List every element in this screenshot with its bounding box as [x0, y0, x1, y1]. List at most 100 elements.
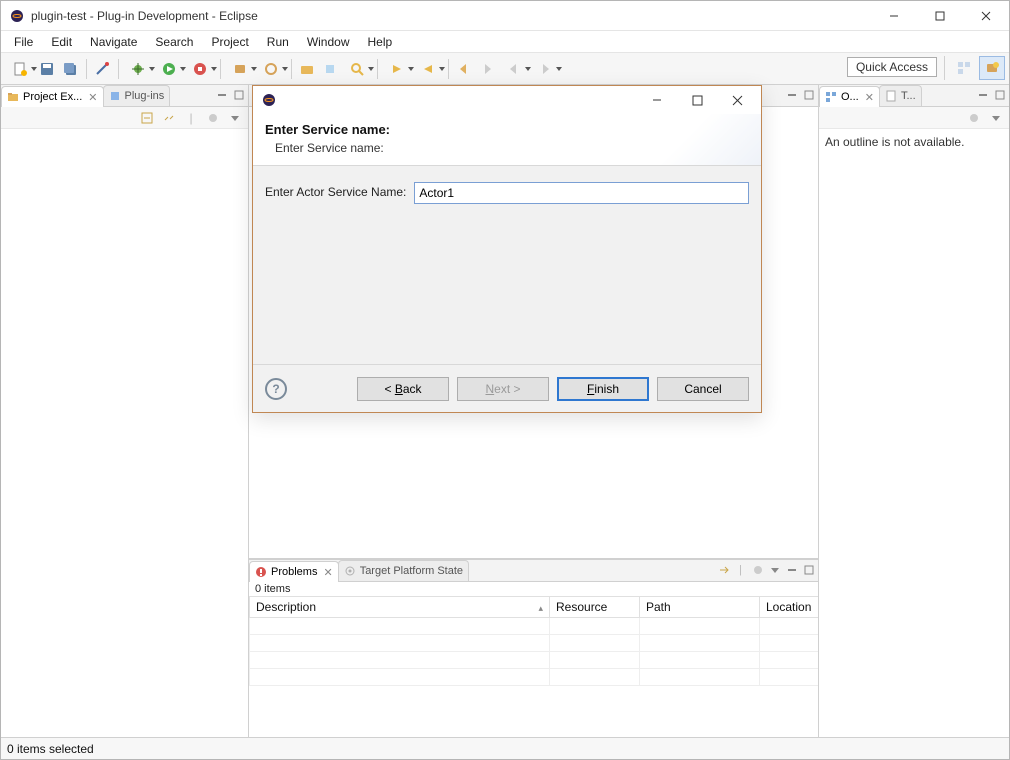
minimize-view-button[interactable]: [214, 87, 229, 102]
close-icon[interactable]: ✕: [323, 566, 332, 579]
service-name-label: Enter Actor Service Name:: [265, 182, 406, 199]
tab-project-explorer[interactable]: Project Ex... ✕: [1, 86, 104, 107]
close-icon[interactable]: ✕: [88, 91, 97, 104]
open-perspective-button[interactable]: [951, 56, 977, 80]
col-description[interactable]: Description▴: [250, 597, 550, 618]
dialog-minimize-button[interactable]: [637, 87, 677, 113]
separator: |: [182, 109, 200, 127]
project-explorer-icon: [7, 91, 19, 103]
save-all-button[interactable]: [59, 58, 81, 80]
filter-button[interactable]: [750, 562, 765, 577]
menu-window[interactable]: Window: [298, 32, 359, 52]
status-bar: 0 items selected: [1, 737, 1009, 759]
nav-back-button[interactable]: [453, 58, 475, 80]
table-row[interactable]: [250, 669, 819, 686]
tab-label: T...: [901, 90, 916, 102]
nav-back-history-button[interactable]: [499, 58, 529, 80]
maximize-view-button[interactable]: [992, 87, 1007, 102]
focus-task-button[interactable]: [965, 109, 983, 127]
window-maximize-button[interactable]: [917, 1, 963, 31]
save-button[interactable]: [36, 58, 58, 80]
window-minimize-button[interactable]: [871, 1, 917, 31]
app-window: plugin-test - Plug-in Development - Ecli…: [0, 0, 1010, 760]
target-icon: [344, 565, 356, 577]
menu-edit[interactable]: Edit: [42, 32, 81, 52]
nav-forward-button[interactable]: [476, 58, 498, 80]
right-panel: O... ✕ T... An outline is not available.: [819, 85, 1009, 737]
eclipse-icon: [261, 92, 277, 108]
menubar: File Edit Navigate Search Project Run Wi…: [1, 31, 1009, 53]
tab-tasklist[interactable]: T...: [879, 85, 922, 106]
outline-message: An outline is not available.: [819, 129, 1009, 737]
dialog-close-button[interactable]: [717, 87, 757, 113]
view-menu-button[interactable]: [226, 109, 244, 127]
tab-target-platform[interactable]: Target Platform State: [338, 560, 469, 581]
run-button[interactable]: [154, 58, 184, 80]
prev-annotation-button[interactable]: [413, 58, 443, 80]
window-close-button[interactable]: [963, 1, 1009, 31]
cancel-button[interactable]: Cancel: [657, 377, 749, 401]
link-editor-button[interactable]: [160, 109, 178, 127]
service-name-input[interactable]: [414, 182, 749, 204]
open-task-button[interactable]: [319, 58, 341, 80]
eclipse-icon: [9, 8, 25, 24]
menu-help[interactable]: Help: [359, 32, 402, 52]
focus-task-button[interactable]: [204, 109, 222, 127]
open-target-button[interactable]: [256, 58, 286, 80]
view-menu-button[interactable]: [767, 562, 782, 577]
run-external-button[interactable]: [185, 58, 215, 80]
debug-button[interactable]: [123, 58, 153, 80]
menu-navigate[interactable]: Navigate: [81, 32, 146, 52]
menu-project[interactable]: Project: [202, 32, 257, 52]
status-text: 0 items selected: [7, 742, 94, 756]
main-toolbar: Quick Access: [1, 53, 1009, 85]
focus-button[interactable]: [716, 562, 731, 577]
tab-label: Plug-ins: [125, 90, 165, 102]
maximize-view-button[interactable]: [231, 87, 246, 102]
dialog-maximize-button[interactable]: [677, 87, 717, 113]
search-toolbar-button[interactable]: [342, 58, 372, 80]
help-button[interactable]: ?: [265, 378, 287, 400]
project-explorer-body[interactable]: [1, 129, 248, 737]
finish-button[interactable]: Finish: [557, 377, 649, 401]
table-row[interactable]: [250, 635, 819, 652]
close-icon[interactable]: ✕: [865, 91, 874, 104]
col-resource[interactable]: Resource: [550, 597, 640, 618]
minimize-view-button[interactable]: [784, 562, 799, 577]
quick-access-button[interactable]: Quick Access: [847, 57, 937, 77]
dialog-titlebar: [253, 86, 761, 114]
minimize-view-button[interactable]: [975, 87, 990, 102]
table-row[interactable]: [250, 618, 819, 635]
tab-problems[interactable]: Problems ✕: [249, 561, 339, 582]
tab-plugins[interactable]: Plug-ins: [103, 85, 171, 106]
maximize-editor-button[interactable]: [801, 87, 816, 102]
plugin-dev-perspective-button[interactable]: [979, 56, 1005, 80]
col-location[interactable]: Location: [760, 597, 819, 618]
new-plugin-button[interactable]: [225, 58, 255, 80]
tab-label: O...: [841, 91, 859, 103]
menu-file[interactable]: File: [5, 32, 42, 52]
table-row[interactable]: [250, 652, 819, 669]
new-button[interactable]: [5, 58, 35, 80]
toggle-breadcrumb-button[interactable]: [91, 58, 113, 80]
problems-table[interactable]: Description▴ Resource Path Location Type: [249, 596, 818, 737]
col-path[interactable]: Path: [640, 597, 760, 618]
next-annotation-button[interactable]: [382, 58, 412, 80]
minimize-editor-button[interactable]: [784, 87, 799, 102]
back-button[interactable]: < Back: [357, 377, 449, 401]
nav-fwd-history-button[interactable]: [530, 58, 560, 80]
left-panel: Project Ex... ✕ Plug-ins |: [1, 85, 249, 737]
wizard-dialog: Enter Service name: Enter Service name: …: [252, 85, 762, 413]
view-menu-button[interactable]: [987, 109, 1005, 127]
tab-label: Target Platform State: [360, 565, 463, 577]
maximize-view-button[interactable]: [801, 562, 816, 577]
dialog-body: Enter Actor Service Name:: [253, 166, 761, 364]
open-type-button[interactable]: [296, 58, 318, 80]
menu-run[interactable]: Run: [258, 32, 298, 52]
bottom-tabs: Problems ✕ Target Platform State |: [249, 560, 818, 582]
tab-outline[interactable]: O... ✕: [819, 86, 880, 107]
collapse-all-button[interactable]: [138, 109, 156, 127]
menu-search[interactable]: Search: [146, 32, 202, 52]
separator: |: [733, 562, 748, 577]
bottom-panel: Problems ✕ Target Platform State |: [249, 559, 818, 737]
